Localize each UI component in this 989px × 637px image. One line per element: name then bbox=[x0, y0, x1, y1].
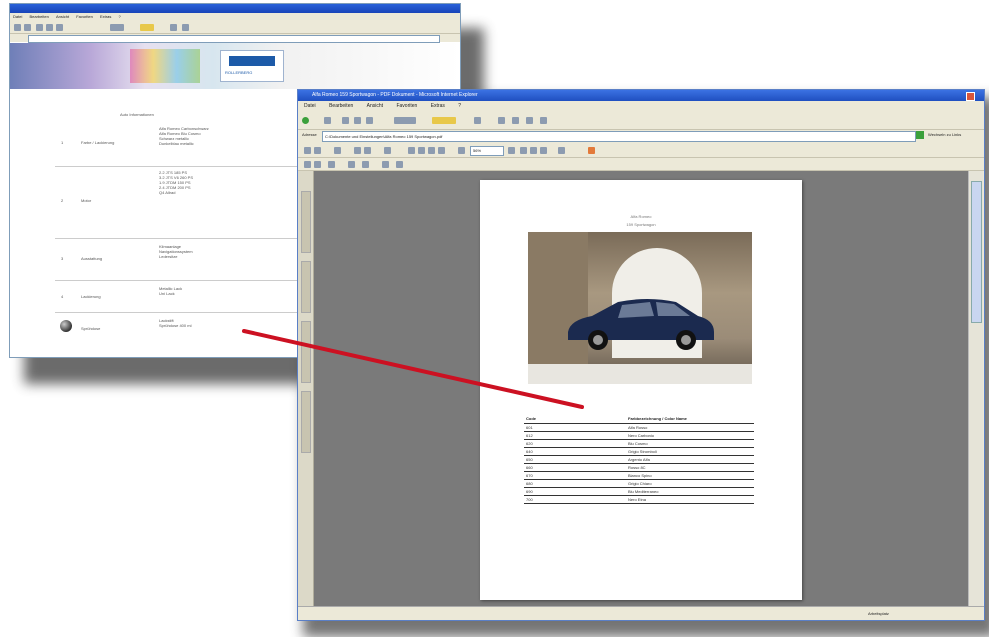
connector-line bbox=[242, 329, 584, 409]
